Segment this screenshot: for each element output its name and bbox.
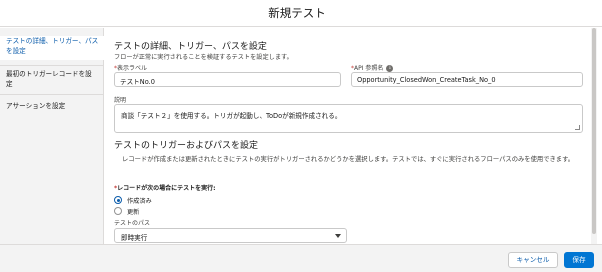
sidebar-item-test-details[interactable]: テストの詳細、トリガー、パスを設定 [0,36,105,60]
modal-title: 新規テスト [268,6,326,20]
modal-footer: キャンセル 保存 [0,244,602,272]
run-condition-label: *レコードが次の場合にテストを実行: [114,185,216,192]
form-content: テストの詳細、トリガー、パスを設定 フローが正常に実行されることを検証するテスト… [114,28,586,244]
sidebar-item-assertions[interactable]: アサーションを設定 [0,101,104,113]
trigger-heading: テストのトリガーおよびパスを設定 [114,141,259,151]
api-name-field[interactable]: Opportunity_ClosedWon_CreateTask_No_0 [351,72,583,87]
modal-header: 新規テスト [0,0,602,27]
radio-label: 更新 [127,208,140,216]
description-label: 説明 [114,97,127,104]
sidebar-divider [0,94,104,95]
description-field[interactable]: 商談「テスト２」を使用する。トリガが起動し、ToDoが新規作成される。 [114,104,583,133]
sidebar-divider [0,65,104,66]
step-sidebar: テストの詳細、トリガー、パスを設定 最初のトリガーレコードを設定 アサーションを… [0,28,105,244]
radio-label: 作成済み [127,197,152,205]
sidebar-item-trigger-record[interactable]: 最初のトリガーレコードを設定 [0,69,104,88]
sidebar-item-label: アサーションを設定 [6,102,66,110]
sidebar-item-label: テストの詳細、トリガー、パスを設定 [6,37,99,55]
test-path-select[interactable]: 即時実行 [114,228,347,243]
test-path-value: 即時実行 [121,234,148,242]
description-text: 商談「テスト２」を使用する。トリガが起動し、ToDoが新規作成される。 [121,112,342,120]
display-label-field[interactable]: テストNo.0 [114,72,341,87]
display-label-label: *表示ラベル [114,65,148,72]
api-name-label: *API 参照名 i [351,63,394,72]
radio-updated[interactable]: 更新 [114,206,139,216]
sidebar-item-label: 最初のトリガーレコードを設定 [6,70,92,88]
details-subtitle: フローが正常に実行されることを検証するテストを設定します。 [114,54,293,61]
scrollbar-thumb[interactable] [592,28,596,234]
info-icon[interactable]: i [386,65,394,72]
radio-button[interactable] [114,207,122,215]
modal-body: テストの詳細、トリガー、パスを設定 最初のトリガーレコードを設定 アサーションを… [0,28,602,244]
test-path-label: テストのパス [114,220,151,227]
save-button[interactable]: 保存 [564,252,594,268]
cancel-button[interactable]: キャンセル [508,252,558,268]
details-heading: テストの詳細、トリガー、パスを設定 [114,42,267,52]
radio-button-checked[interactable] [114,196,122,204]
resize-handle[interactable] [575,125,580,130]
chevron-down-icon [335,234,341,238]
radio-created[interactable]: 作成済み [114,195,152,205]
trigger-description: レコードが作成または更新されたときにテストの実行がトリガーされるかどうかを選択し… [122,156,575,163]
